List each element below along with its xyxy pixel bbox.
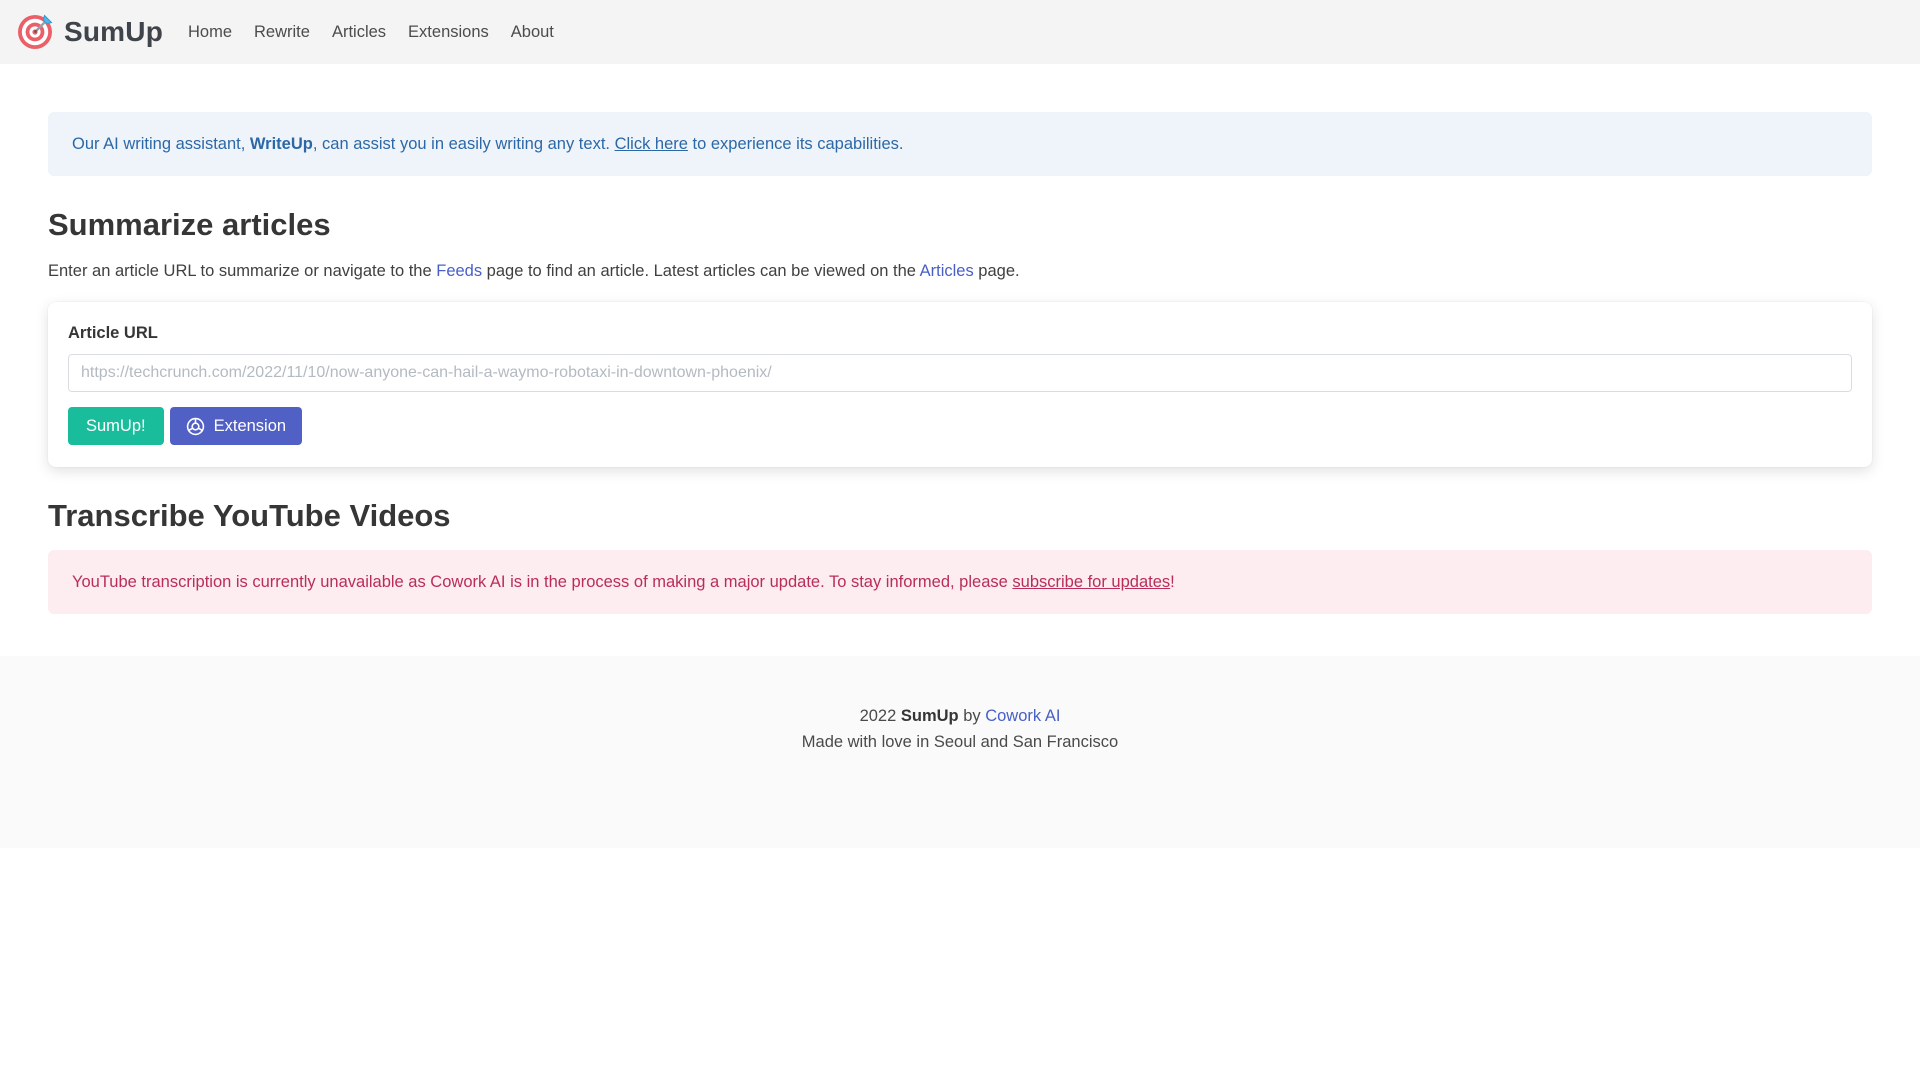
nav-item-home[interactable]: Home <box>177 15 243 50</box>
alert-text-pre: YouTube transcription is currently unava… <box>72 573 1012 591</box>
main-nav: Home Rewrite Articles Extensions About <box>177 15 565 50</box>
alert-text-post: ! <box>1170 573 1175 591</box>
nav-item-articles[interactable]: Articles <box>321 15 397 50</box>
navbar: SumUp Home Rewrite Articles Extensions A… <box>0 0 1920 64</box>
footer-credit-line: 2022 SumUp by Cowork AI <box>0 703 1920 729</box>
nav-item-about[interactable]: About <box>500 15 565 50</box>
transcribe-title: Transcribe YouTube Videos <box>48 497 1872 535</box>
footer-brand: SumUp <box>901 707 959 725</box>
footer: 2022 SumUp by Cowork AI Made with love i… <box>0 656 1920 848</box>
summarize-description: Enter an article URL to summarize or nav… <box>48 260 1872 282</box>
banner-text-post: to experience its capabilities. <box>688 135 904 153</box>
nav-item-rewrite[interactable]: Rewrite <box>243 15 321 50</box>
chrome-icon <box>186 417 205 436</box>
banner-text-mid: , can assist you in easily writing any t… <box>313 135 615 153</box>
banner-text-pre: Our AI writing assistant, <box>72 135 250 153</box>
summarize-title: Summarize articles <box>48 206 1872 244</box>
article-url-input[interactable] <box>68 354 1852 392</box>
banner-text: Our AI writing assistant, WriteUp, can a… <box>72 135 903 154</box>
brand[interactable]: SumUp <box>16 9 163 56</box>
extension-button[interactable]: Extension <box>170 407 302 445</box>
footer-tagline: Made with love in Seoul and San Francisc… <box>0 729 1920 755</box>
banner-assistant-name: WriteUp <box>250 135 313 153</box>
feeds-link[interactable]: Feeds <box>436 262 482 280</box>
subscribe-for-updates-link[interactable]: subscribe for updates <box>1012 573 1170 591</box>
click-here-link[interactable]: Click here <box>615 135 688 153</box>
writeup-info-banner: Our AI writing assistant, WriteUp, can a… <box>48 112 1872 176</box>
extension-button-label: Extension <box>214 417 286 436</box>
footer-year: 2022 <box>860 707 901 725</box>
cowork-ai-link[interactable]: Cowork AI <box>985 707 1060 725</box>
sumup-button[interactable]: SumUp! <box>68 407 164 445</box>
footer-by: by <box>959 707 986 725</box>
main-content: Our AI writing assistant, WriteUp, can a… <box>0 112 1920 614</box>
nav-item-extensions[interactable]: Extensions <box>397 15 500 50</box>
desc-post: page. <box>974 262 1020 280</box>
brand-name[interactable]: SumUp <box>64 16 163 48</box>
articles-link[interactable]: Articles <box>920 262 974 280</box>
article-url-card: Article URL SumUp! Extension <box>48 302 1872 467</box>
alert-text: YouTube transcription is currently unava… <box>72 573 1175 592</box>
desc-mid: page to find an article. Latest articles… <box>482 262 920 280</box>
article-url-label: Article URL <box>68 322 1852 344</box>
button-row: SumUp! Extension <box>68 407 1852 445</box>
youtube-unavailable-alert: YouTube transcription is currently unava… <box>48 550 1872 614</box>
dartboard-target-icon <box>16 9 56 56</box>
desc-pre: Enter an article URL to summarize or nav… <box>48 262 436 280</box>
